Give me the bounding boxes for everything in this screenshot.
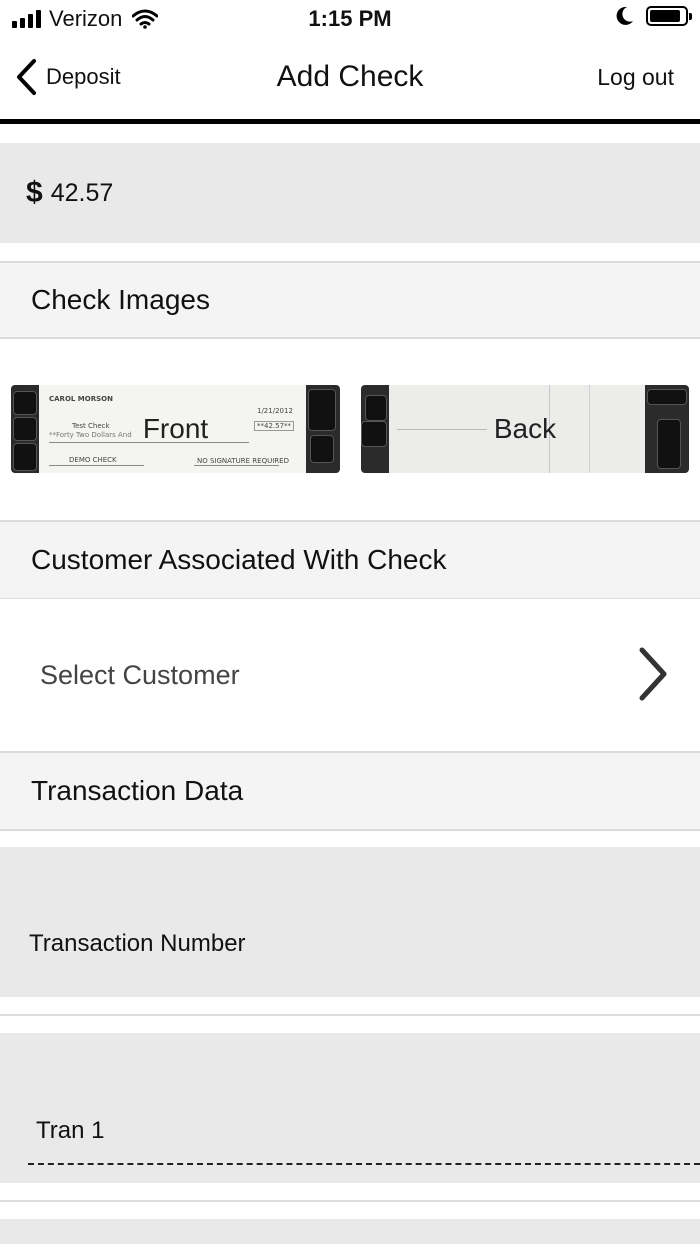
logout-button[interactable]: Log out bbox=[597, 64, 674, 91]
divider bbox=[0, 1014, 700, 1016]
check-images-header: Check Images bbox=[0, 261, 700, 339]
back-label: Back bbox=[493, 413, 557, 444]
transaction-title: Transaction Data bbox=[31, 775, 244, 806]
back-check-image[interactable]: Back bbox=[361, 385, 689, 473]
nav-divider bbox=[0, 119, 700, 124]
currency-symbol: $ bbox=[26, 176, 43, 209]
transaction-header: Transaction Data bbox=[0, 751, 700, 831]
amount-field[interactable]: $ 42.57 bbox=[0, 143, 700, 243]
check-account-name: CAROL MORSON bbox=[49, 395, 113, 403]
select-customer-row[interactable]: Select Customer bbox=[0, 599, 700, 751]
front-check-image[interactable]: CAROL MORSON Test Check 1/21/2012 **42.5… bbox=[11, 385, 340, 473]
transaction-number-block: Transaction Number bbox=[0, 847, 700, 997]
amount-value: 42.57 bbox=[50, 178, 114, 207]
transaction-number-label: Transaction Number bbox=[29, 930, 246, 957]
status-time: 1:15 PM bbox=[308, 6, 392, 31]
page-title: Add Check bbox=[276, 60, 424, 93]
select-customer-label: Select Customer bbox=[40, 659, 240, 690]
navigation-bar: Deposit Add Check Log out bbox=[0, 40, 700, 120]
check-images-title: Check Images bbox=[31, 284, 210, 315]
transaction-number-field[interactable]: Tran 1 bbox=[0, 1033, 700, 1183]
check-memo: DEMO CHECK bbox=[69, 456, 117, 464]
customer-title: Customer Associated With Check bbox=[31, 544, 447, 575]
field-underline bbox=[28, 1163, 700, 1165]
battery-icon bbox=[646, 6, 692, 26]
transaction-number-value: Tran 1 bbox=[36, 1117, 105, 1144]
status-right bbox=[616, 6, 692, 26]
front-label: Front bbox=[142, 413, 209, 444]
next-field bbox=[0, 1219, 700, 1244]
chevron-right-icon bbox=[639, 647, 667, 701]
divider bbox=[0, 1200, 700, 1202]
customer-header: Customer Associated With Check bbox=[0, 520, 700, 600]
moon-icon bbox=[616, 6, 633, 25]
check-signature-note: NO SIGNATURE REQUIRED bbox=[197, 457, 289, 465]
status-bar: Verizon 1:15 PM bbox=[0, 0, 700, 40]
